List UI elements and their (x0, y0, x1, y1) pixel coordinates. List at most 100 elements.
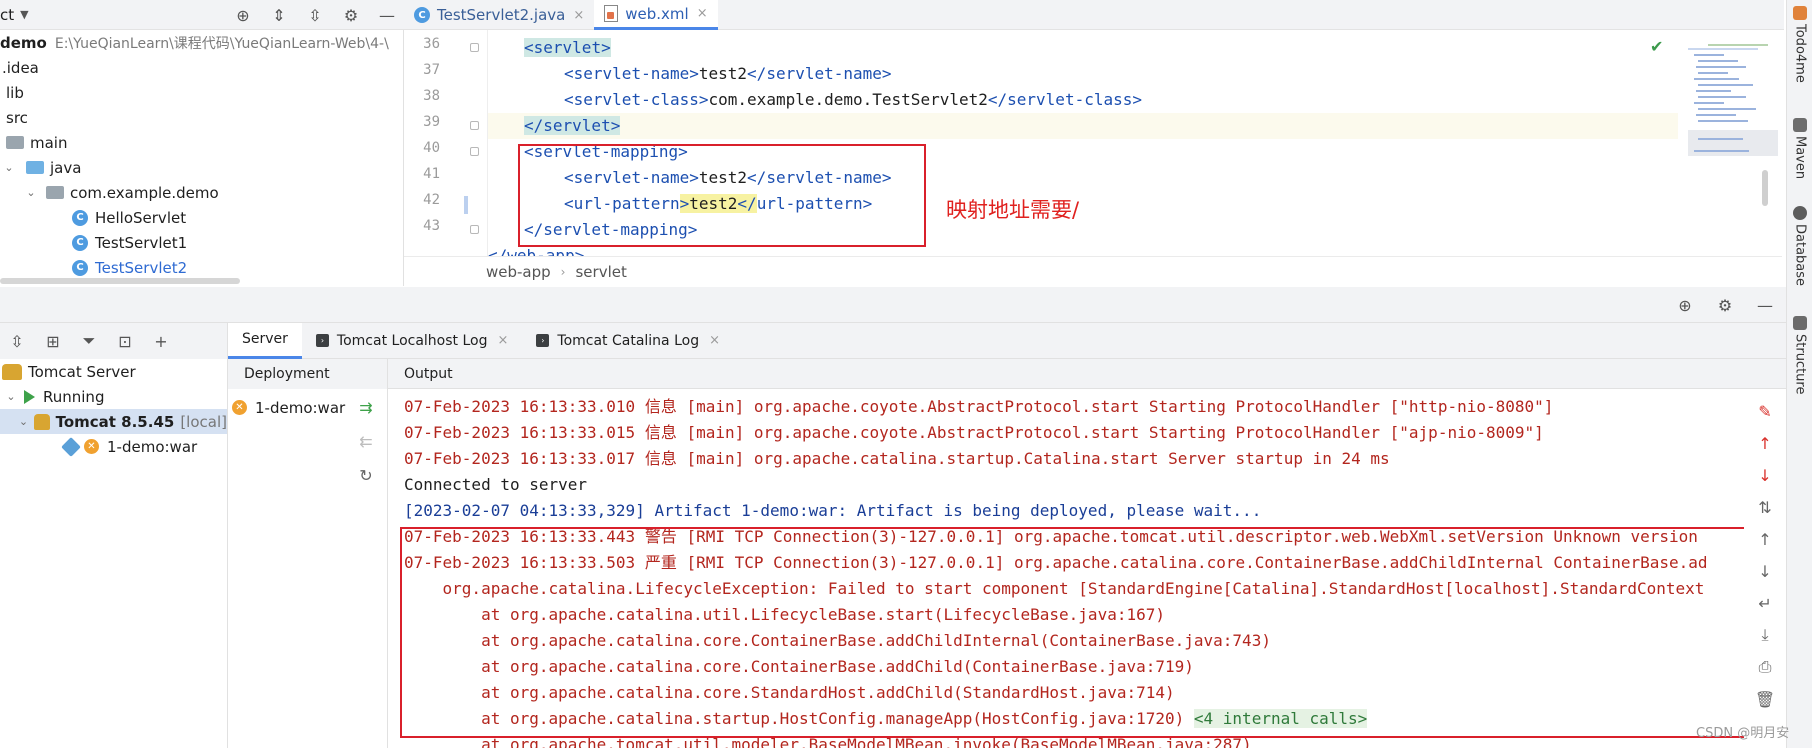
tree-item-testservlet2[interactable]: C TestServlet2 (0, 255, 403, 280)
gear-icon[interactable]: ⚙ (340, 4, 362, 26)
services-tab-bar: Server › Tomcat Localhost Log × › Tomcat… (228, 322, 1786, 359)
tool-tab-maven[interactable]: Maven (1790, 118, 1810, 179)
code-line-36: <servlet> (524, 38, 611, 57)
tab-label: TestServlet2.java (437, 6, 566, 24)
scroll-to-end-icon[interactable]: ⤓ (1753, 623, 1777, 647)
tree-item-testservlet1[interactable]: C TestServlet1 (0, 230, 403, 255)
line-number: 39 (423, 114, 440, 130)
java-class-icon: C (72, 209, 88, 226)
chevron-down-icon[interactable]: ⌄ (24, 186, 38, 199)
close-icon[interactable]: × (697, 6, 708, 21)
tree-root[interactable]: demo E:\YueQianLearn\课程代码\YueQianLearn-W… (0, 30, 403, 55)
console-line: 07-Feb-2023 16:13:33.010 信息 [main] org.a… (404, 397, 1554, 416)
new-tab-icon[interactable]: ⊡ (114, 330, 136, 352)
code-line-38: <servlet-class>com.example.demo.TestServ… (564, 90, 1143, 109)
tree-item-package[interactable]: ⌄ com.example.demo (0, 180, 403, 205)
editor-tab-bar: C TestServlet2.java × web.xml × (404, 0, 1784, 30)
gear-icon[interactable]: ⚙ (1714, 294, 1736, 316)
tool-tab-database[interactable]: Database (1790, 206, 1810, 286)
warning-icon: ✕ (232, 400, 247, 415)
tree-item-running[interactable]: ⌄ Running (0, 384, 227, 409)
tree-item-idea[interactable]: .idea (0, 55, 403, 80)
fold-marker-icon[interactable] (470, 43, 479, 52)
line-number: 36 (423, 36, 440, 52)
structure-icon (1793, 316, 1807, 330)
tree-item-label: .idea (2, 58, 39, 77)
maven-icon (1793, 118, 1807, 132)
close-icon[interactable]: × (709, 333, 720, 348)
fold-marker-icon[interactable] (470, 147, 479, 156)
arrow-up-icon[interactable]: ↑ (1753, 527, 1777, 551)
collapse-all-icon[interactable]: ⇳ (6, 330, 28, 352)
tree-item-label: lib (6, 83, 24, 102)
highlight-box-servlet-mapping (518, 144, 926, 247)
undeploy-icon[interactable]: ⇇ (354, 429, 378, 453)
artifact-icon (61, 436, 81, 457)
fold-marker-icon[interactable] (470, 121, 479, 130)
trash-icon[interactable]: 🗑 (1753, 687, 1777, 711)
chevron-down-icon[interactable]: ⌄ (4, 390, 18, 403)
minimize-icon[interactable]: — (1754, 294, 1776, 316)
tree-root-path: E:\YueQianLearn\课程代码\YueQianLearn-Web\4-… (54, 35, 389, 52)
tree-item-artifact[interactable]: ✕ 1-demo:war (0, 434, 227, 459)
tab-tomcat-localhost-log[interactable]: › Tomcat Localhost Log × (302, 323, 522, 359)
tomcat-icon (2, 363, 22, 380)
sort-icon[interactable]: ⇅ (1753, 495, 1777, 519)
tab-web-xml[interactable]: web.xml × (594, 0, 718, 30)
tool-tab-todo4me[interactable]: Todo4me (1790, 6, 1810, 83)
tree-item-label: com.example.demo (70, 183, 219, 202)
print-icon[interactable]: ⎙ (1753, 655, 1777, 679)
inspection-ok-icon[interactable]: ✔ (1650, 37, 1663, 56)
horizontal-scrollbar[interactable] (0, 278, 240, 284)
soft-wrap-icon[interactable]: ↵ (1753, 591, 1777, 615)
arrow-down-icon[interactable]: ↓ (1753, 463, 1777, 487)
watermark: CSDN @明月安 (1696, 726, 1790, 741)
line-number: 40 (423, 140, 440, 156)
tree-item-src[interactable]: src (0, 105, 403, 130)
tab-tomcat-catalina-log[interactable]: › Tomcat Catalina Log × (522, 323, 734, 359)
chevron-down-icon[interactable]: ▼ (20, 8, 28, 21)
crosshair-icon[interactable]: ⊕ (232, 4, 254, 26)
xml-file-icon (604, 5, 619, 22)
tree-root-name: demo (0, 33, 47, 52)
arrow-down-icon[interactable]: ↓ (1753, 559, 1777, 583)
tab-testservlet2-java[interactable]: C TestServlet2.java × (404, 0, 594, 30)
breadcrumb-item[interactable]: servlet (575, 263, 626, 281)
breadcrumb: web-app › servlet (404, 256, 1782, 286)
console-line: 07-Feb-2023 16:13:33.017 信息 [main] org.a… (404, 449, 1390, 468)
tree-item-main[interactable]: main (0, 130, 403, 155)
group-by-icon[interactable]: ⊞ (42, 330, 64, 352)
fold-marker-icon[interactable] (470, 225, 479, 234)
close-icon[interactable]: × (497, 333, 508, 348)
console-line: Connected to server (404, 475, 588, 494)
chevron-down-icon[interactable]: ⌄ (18, 415, 29, 428)
tree-item-tomcat-instance[interactable]: ⌄ Tomcat 8.5.45 [local] (0, 409, 227, 434)
java-class-icon: C (72, 259, 88, 276)
project-panel-title[interactable]: ct (0, 6, 14, 24)
chevron-right-icon: › (560, 264, 566, 279)
chevron-down-icon[interactable]: ⌄ (2, 161, 16, 174)
deploy-icon[interactable]: ⇉ (354, 395, 378, 419)
arrow-up-icon[interactable]: ↑ (1753, 431, 1777, 455)
editor-minimap[interactable] (1678, 30, 1778, 256)
folder-icon (6, 136, 24, 149)
tree-item-tomcat-server[interactable]: Tomcat Server (0, 359, 227, 384)
minimize-icon[interactable]: — (376, 4, 398, 26)
tree-item-java[interactable]: ⌄ java (0, 155, 403, 180)
tree-item-lib[interactable]: lib (0, 80, 403, 105)
close-icon[interactable]: × (573, 8, 584, 23)
add-service-icon[interactable]: + (150, 330, 172, 352)
tool-tab-structure[interactable]: Structure (1790, 316, 1810, 394)
tab-server[interactable]: Server (228, 322, 302, 359)
tree-item-helloservlet[interactable]: C HelloServlet (0, 205, 403, 230)
java-class-icon: C (414, 7, 430, 23)
expand-all-icon[interactable]: ⇕ (268, 4, 290, 26)
refresh-icon[interactable]: ↻ (354, 463, 378, 487)
filter-icon[interactable]: ⏷ (78, 330, 100, 352)
line-number: 37 (423, 62, 440, 78)
clear-brush-icon[interactable]: ✎ (1753, 399, 1777, 423)
breadcrumb-item[interactable]: web-app (486, 263, 551, 281)
source-folder-icon (26, 161, 44, 174)
collapse-all-icon[interactable]: ⇳ (304, 4, 326, 26)
crosshair-icon[interactable]: ⊕ (1674, 294, 1696, 316)
